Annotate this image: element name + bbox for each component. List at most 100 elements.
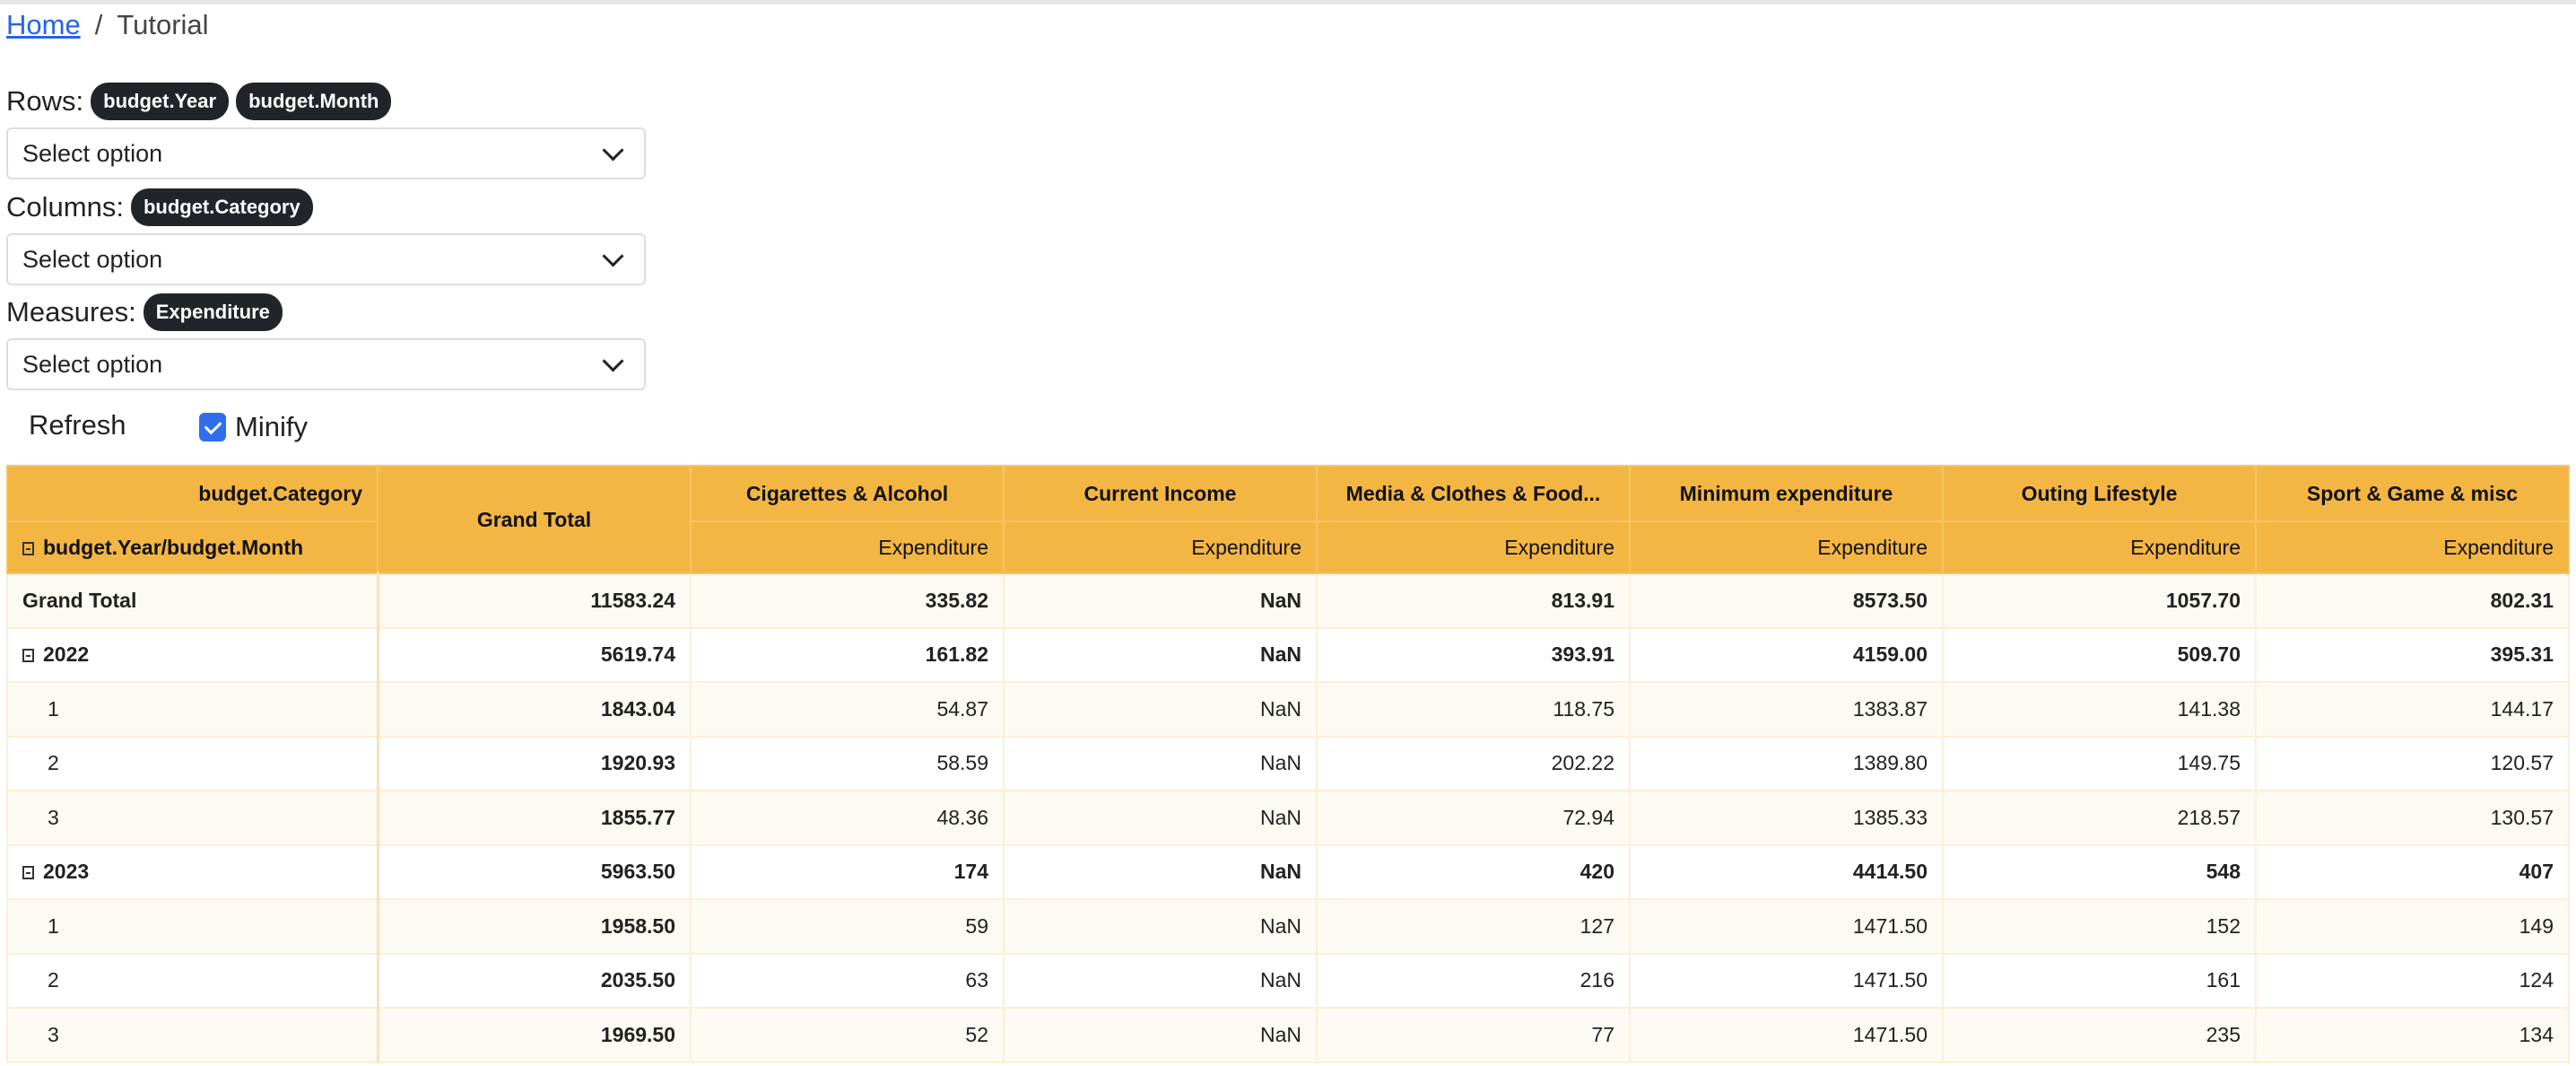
grand-total-row: Grand Total 11583.24 335.82 NaN 813.91 8573.5… [6,572,2570,629]
value-cell: 152 [1942,898,2257,955]
value-cell: 1471.50 [1629,952,1944,1009]
value-cell: 127 [1316,898,1631,955]
row-header: 1 [6,898,379,955]
breadcrumb-separator: / [94,9,103,40]
value-cell: 335.82 [690,572,1005,629]
row-header: 1 [6,681,379,738]
breadcrumb-current: Tutorial [117,9,209,40]
value-cell: 118.75 [1316,681,1631,738]
value-cell: 509.70 [1942,626,2257,683]
month-row: 3 1969.50 52 NaN 77 1471.50 235 134 [6,1007,2570,1063]
columns-field: Columns: budget.Category [6,188,313,226]
value-cell: 149.75 [1942,735,2257,791]
row-label: 2 [48,968,59,992]
chevron-down-icon [602,349,624,372]
grand-total-cell: 2035.50 [377,952,692,1009]
row-label: 1 [48,913,59,938]
rows-select[interactable]: Select option [6,127,646,179]
breadcrumb-home-link[interactable]: Home [6,9,81,40]
month-row: 2 1920.93 58.59 NaN 202.22 1389.80 149.75 120.5… [6,735,2570,791]
rows-field: Rows: budget.Year budget.Month [6,83,392,120]
value-cell: 130.57 [2255,790,2570,846]
minify-label: Minify [235,411,308,442]
value-cell: 1471.50 [1629,1007,1944,1063]
category-header[interactable]: Minimum expenditure [1629,465,1944,522]
grand-total-cell: 11583.24 [377,572,692,629]
value-cell: 4414.50 [1629,843,1944,900]
columns-select-placeholder: Select option [22,245,163,273]
refresh-button[interactable]: Refresh [29,409,126,441]
rows-label: Rows: [6,85,84,117]
pivot-table: budget.Category Grand Total Cigarettes &… [6,465,2570,1063]
row-label: 2022 [43,642,90,667]
value-cell: 216 [1316,952,1631,1009]
columns-chip-category[interactable]: budget.Category [130,188,313,226]
measures-label: Measures: [6,296,136,328]
row-header: 3 [6,1007,379,1063]
value-cell: 4159.00 [1629,626,1944,683]
month-row: 1 1958.50 59 NaN 127 1471.50 152 149 [6,898,2570,955]
measure-header: Expenditure [1003,520,1318,574]
value-cell: 144.17 [2255,681,2570,738]
value-cell: 58.59 [690,735,1005,791]
row-dimension-header[interactable]: budget.Year/budget.Month [6,520,379,574]
value-cell: 395.31 [2255,626,2570,683]
minify-toggle[interactable]: Minify [199,411,308,443]
measures-chip-expenditure[interactable]: Expenditure [143,293,283,331]
value-cell: 407 [2255,843,2570,900]
chevron-down-icon [602,244,624,267]
row-header[interactable]: 2022 [6,626,379,683]
value-cell: 218.57 [1942,790,2257,846]
value-cell: 235 [1942,1007,2257,1063]
value-cell: 161 [1942,952,2257,1009]
value-cell: 802.31 [2255,572,2570,629]
value-cell: 134 [2255,1007,2570,1063]
grand-total-header: Grand Total [377,465,692,574]
value-cell: NaN [1003,735,1318,791]
collapse-icon[interactable] [22,866,34,880]
columns-select[interactable]: Select option [6,233,646,285]
row-header[interactable]: 2023 [6,843,379,900]
grand-total-cell: 1843.04 [377,681,692,738]
measure-header: Expenditure [2255,520,2570,574]
value-cell: 161.82 [690,626,1005,683]
value-cell: NaN [1003,790,1318,846]
measure-header: Expenditure [1629,520,1944,574]
measure-header: Expenditure [690,520,1005,574]
value-cell: 1385.33 [1629,790,1944,846]
row-header: Grand Total [6,572,379,629]
value-cell: NaN [1003,681,1318,738]
value-cell: 1383.87 [1629,681,1944,738]
measures-select-placeholder: Select option [22,350,163,378]
minify-checkbox[interactable] [199,413,226,441]
value-cell: 393.91 [1316,626,1631,683]
collapse-icon[interactable] [22,649,34,663]
value-cell: 54.87 [690,681,1005,738]
month-row: 1 1843.04 54.87 NaN 118.75 1383.87 141.38 144.1… [6,681,2570,738]
row-label: 1 [48,696,59,721]
collapse-icon[interactable] [22,541,34,555]
category-header[interactable]: Current Income [1003,465,1318,522]
column-dimension-header[interactable]: budget.Category [6,465,379,522]
top-border [0,0,2576,4]
category-header[interactable]: Cigarettes & Alcohol [690,465,1005,522]
measure-header: Expenditure [1942,520,2257,574]
rows-chip-year[interactable]: budget.Year [91,83,230,120]
rows-chip-month[interactable]: budget.Month [236,83,392,120]
value-cell: NaN [1003,843,1318,900]
year-row: 2022 5619.74 161.82 NaN 393.91 4159.00 509.70 3… [6,626,2570,683]
value-cell: NaN [1003,952,1318,1009]
measures-select[interactable]: Select option [6,338,646,390]
row-header: 2 [6,735,379,791]
measure-header: Expenditure [1316,520,1631,574]
category-header[interactable]: Sport & Game & misc [2255,465,2570,522]
category-header[interactable]: Media & Clothes & Food... [1316,465,1631,522]
row-label: 3 [48,1022,59,1046]
value-cell: 48.36 [690,790,1005,846]
category-header[interactable]: Outing Lifestyle [1942,465,2257,522]
value-cell: NaN [1003,572,1318,629]
grand-total-cell: 1855.77 [377,790,692,846]
value-cell: 52 [690,1007,1005,1063]
pivot-body: Grand Total 11583.24 335.82 NaN 813.91 8573.5… [6,572,2570,1063]
grand-total-cell: 1958.50 [377,898,692,955]
